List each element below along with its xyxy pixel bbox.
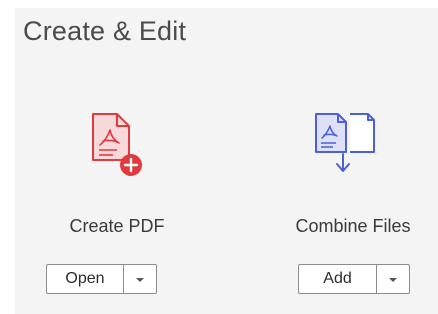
open-button[interactable]: Open [47,265,124,293]
open-dropdown-button[interactable] [124,265,156,293]
add-button[interactable]: Add [299,265,377,293]
tool-combine-files[interactable]: Combine Files Add [246,110,436,310]
tool-create-pdf[interactable]: Create PDF Open [24,110,214,310]
combine-files-label[interactable]: Combine Files [258,216,438,237]
combine-files-split-button[interactable]: Add [298,264,410,294]
chevron-down-icon [135,270,145,288]
create-pdf-split-button[interactable]: Open [46,264,157,294]
add-dropdown-button[interactable] [377,265,409,293]
create-pdf-icon[interactable] [79,110,149,180]
create-pdf-label[interactable]: Create PDF [22,216,212,237]
section-title: Create & Edit [23,16,187,46]
chevron-down-icon [388,270,398,288]
combine-files-icon[interactable] [306,110,376,180]
